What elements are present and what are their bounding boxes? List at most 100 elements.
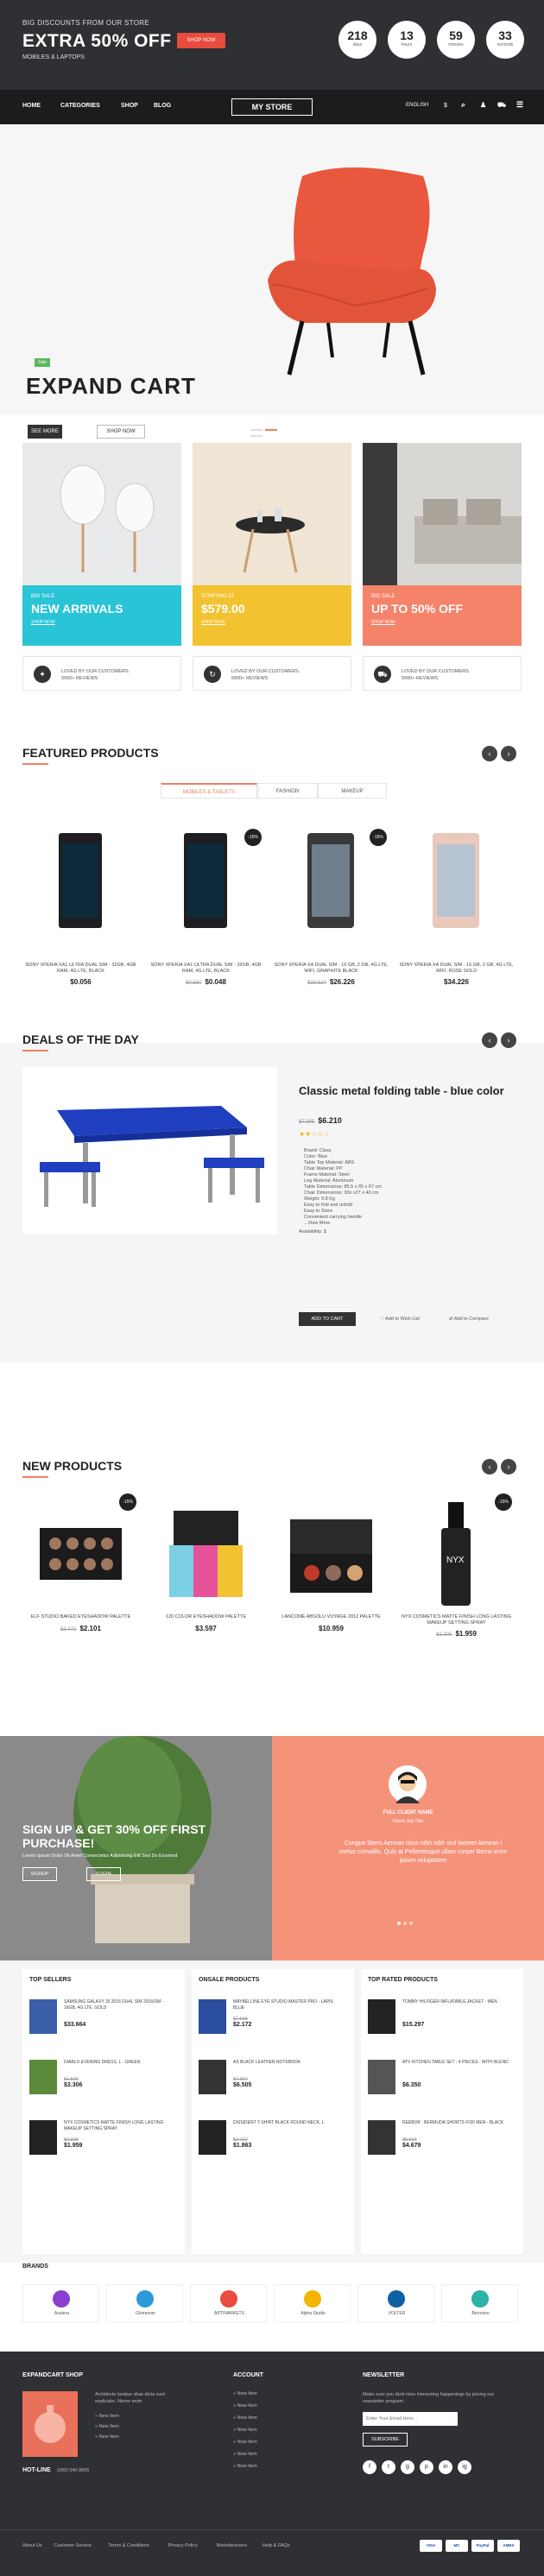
product-thumbnail[interactable] [368,2120,395,2155]
mini-product-name[interactable]: AS BLACK LEATHER NOTEBOOK [233,2060,344,2066]
new-next-arrow[interactable]: › [501,1459,516,1474]
footer-link[interactable]: » New Item [95,2424,119,2429]
mini-product-name[interactable]: ATV KITCHEN TABLE SET - 4 PIECES - WITH … [402,2060,513,2066]
compare-link[interactable]: ⇄ Add to Compare [449,1316,489,1322]
product-thumbnail[interactable] [368,1999,395,2034]
mini-list-item[interactable]: SAMSUNG GALAXY J5 2016 DUAL SIM 2016(SM … [29,1996,176,2039]
brand-logo[interactable]: Bernomo [441,2284,518,2322]
deal-product-image[interactable] [22,1067,277,1234]
account-link[interactable]: » New Item [233,2464,257,2469]
nav-blog[interactable]: BLOG [154,103,171,109]
account-link[interactable]: » New Item [233,2428,257,2433]
brand-logo[interactable]: VOLTER [357,2284,434,2322]
bottom-link[interactable]: Help & FAQs [263,2543,290,2548]
product-name[interactable]: LANCOME ABSOLU VOYAGE 2012 PALETTE [273,1614,389,1620]
account-link[interactable]: » New Item [233,2415,257,2421]
product-thumbnail[interactable] [29,2120,57,2155]
nav-categories[interactable]: CATEGORIES [60,103,100,109]
mini-list-item[interactable]: ATV KITCHEN TABLE SET - 4 PIECES - WITH … [368,2056,515,2099]
banner-link[interactable]: SHOP NOW [31,620,173,625]
spec-item[interactable]: ...View More [304,1221,511,1227]
footer-link[interactable]: » New Item [95,2434,119,2440]
wishlist-link[interactable]: ♡ Add to Wish List [380,1316,420,1322]
account-link[interactable]: » New Item [233,2403,257,2409]
banner-up-to-50-off[interactable]: BIG SALE UP TO 50% OFF SHOP NOW [363,443,522,646]
new-prev-arrow[interactable]: ‹ [482,1459,497,1474]
twitter-icon[interactable]: t [382,2460,395,2474]
product-name[interactable]: SONY XPERIA XA1 ULTRA DUAL SIM - 32GB, 4… [22,963,139,975]
pinterest-icon[interactable]: p [420,2460,433,2474]
product-thumbnail[interactable] [199,2120,226,2155]
store-logo[interactable]: MY STORE [231,98,313,116]
mini-product-name[interactable]: MAYBELLINE EYE STUDIO MASTER PRO - LAPIS… [233,1999,344,2011]
hotline-number[interactable]: (090) 040 8665 [57,2468,89,2473]
mini-list-item[interactable]: AS BLACK LEATHER NOTEBOOK $7.657 $6.505 [199,2056,345,2099]
cart-icon[interactable]: ⛟ [497,101,506,110]
linkedin-icon[interactable]: in [439,2460,452,2474]
featured-prev-arrow[interactable]: ‹ [482,746,497,761]
brand-logo[interactable]: Glomeean [106,2284,183,2322]
product-name[interactable]: NYX COSMETICS MATTE FINISH LONG LASTING … [398,1614,515,1626]
currency-selector[interactable]: $ [444,103,447,109]
menu-icon[interactable]: ☰ [516,100,523,110]
mini-list-item[interactable]: NYX COSMETICS MATTE FINISH LONG LASTING … [29,2117,176,2160]
account-link[interactable]: » New Item [233,2440,257,2445]
featured-next-arrow[interactable]: › [501,746,516,761]
product-name[interactable]: ELF STUDIO BAKED EYESHADOW PALETTE [22,1614,139,1620]
mini-list-item[interactable]: DISSIDENT T-SHIRT BLACK ROUND NECK, L $2.… [199,2117,345,2160]
banner-starting-at[interactable]: STARTING AT $579.00 SHOP NOW [193,443,351,646]
account-link[interactable]: » New Item [233,2452,257,2457]
product-name[interactable]: 120 COLOR EYESHADOW PALETTE [148,1614,264,1620]
product-thumbnail[interactable] [29,1999,57,2034]
bottom-link[interactable]: Terms & Conditions [108,2543,149,2548]
nav-shop[interactable]: SHOP [121,103,138,109]
bottom-link[interactable]: About Us [22,2543,42,2548]
mini-list-item[interactable]: REEBOK : BERMUDA SHORTS FOR MEN - BLACK $… [368,2117,515,2160]
banner-link[interactable]: SHOP NOW [201,620,343,625]
product-thumbnail[interactable] [199,2060,226,2094]
mini-list-item[interactable]: DIABLO EVENING DRESS, L - GREEN $1.500 $3.… [29,2056,176,2099]
search-icon[interactable]: ⌕ [461,100,465,110]
product-thumbnail[interactable] [199,1999,226,2034]
bottom-link[interactable]: Manufacturers [217,2543,247,2548]
newsletter-email-input[interactable] [363,2412,458,2426]
facebook-icon[interactable]: f [363,2460,376,2474]
login-button[interactable]: LOGIN [86,1867,121,1881]
see-more-button[interactable]: SEE MORE [28,425,62,439]
brand-logo[interactable]: Avatera [22,2284,99,2322]
product-name[interactable]: SONY XPERIA XA DUAL SIM - 16 GB, 2 GB, 4… [398,963,515,975]
brand-logo[interactable]: ARTINARKETS [190,2284,267,2322]
language-selector[interactable]: ENGLISH [406,103,428,108]
mini-product-name[interactable]: REEBOK : BERMUDA SHORTS FOR MEN - BLACK [402,2120,513,2126]
tab-makeup[interactable]: MAKEUP [318,783,387,799]
tab-fashion[interactable]: FASHION [257,783,318,799]
product-thumbnail[interactable] [368,2060,395,2094]
brand-logo[interactable]: Alpha Studio [274,2284,351,2322]
footer-link[interactable]: » New Item [95,2414,119,2419]
bottom-link[interactable]: Privacy Policy [168,2543,198,2548]
testimonial-dots[interactable] [397,1921,413,1927]
mini-product-name[interactable]: TOMMY HILFIGER INFLATABLE JACKET - MEN [402,1999,513,2005]
deals-next-arrow[interactable]: › [501,1032,516,1048]
nav-home[interactable]: HOME [22,103,41,109]
topbar-shop-now-button[interactable]: SHOP NOW [177,33,225,48]
bottom-link[interactable]: Customer Service [54,2543,92,2548]
banner-new-arrivals[interactable]: BIG SALE NEW ARRIVALS SHOP NOW [22,443,181,646]
user-icon[interactable]: ♟ [480,101,486,109]
product-name[interactable]: SONY XPERIA XA1 ULTRA DUAL SIM - 32GB, 4… [148,963,264,975]
banner-link[interactable]: SHOP NOW [371,620,513,625]
add-to-cart-button[interactable]: ADD TO CART [299,1312,356,1326]
deals-prev-arrow[interactable]: ‹ [482,1032,497,1048]
subscribe-button[interactable]: SUBSCRIBE [363,2433,408,2447]
signup-button[interactable]: SIGNUP [22,1867,57,1881]
mini-product-name[interactable]: SAMSUNG GALAXY J5 2016 DUAL SIM 2016(SM … [64,1999,174,2011]
google-plus-icon[interactable]: g [401,2460,414,2474]
product-name[interactable]: SONY XPERIA XA DUAL SIM - 16 GB, 2 GB, 4… [273,963,389,975]
slider-dots[interactable] [250,426,294,437]
mini-list-item[interactable]: MAYBELLINE EYE STUDIO MASTER PRO - LAPIS… [199,1996,345,2039]
hero-shop-now-button[interactable]: SHOP NOW [97,425,145,439]
mini-product-name[interactable]: DIABLO EVENING DRESS, L - GREEN [64,2060,174,2066]
deal-title[interactable]: Classic metal folding table - blue color [299,1084,515,1098]
tab-mobiles-tablets[interactable]: MOBILES & TABLETS [161,783,257,799]
mini-list-item[interactable]: TOMMY HILFIGER INFLATABLE JACKET - MEN $1… [368,1996,515,2039]
